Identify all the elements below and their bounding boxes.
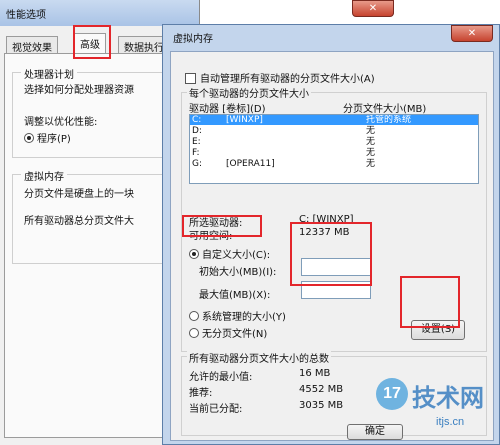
custom-size-option[interactable]: 自定义大小(C): [189, 246, 270, 261]
no-paging-option[interactable]: 无分页文件(N) [189, 325, 267, 340]
watermark-text: 技术网 [412, 384, 484, 412]
window-title: 性能选项 [6, 10, 46, 21]
system-managed-radio[interactable] [189, 311, 199, 321]
min-allowed-value: 16 MB [299, 368, 331, 379]
processor-desc: 选择如何分配处理器资源 [24, 85, 134, 96]
allocated-label: 当前已分配: [189, 404, 243, 415]
drive-list[interactable]: C: [WINXP] 托管的系统 D: 无 E: 无 F: 无 G: [OPER… [189, 114, 479, 184]
initial-size-label: 初始大小(MB)(I): [199, 267, 277, 278]
vm-desc-1: 分页文件是硬盘上的一块 [24, 189, 134, 200]
dialog-title: 虚拟内存 [173, 34, 213, 45]
col-size-header: 分页文件大小(MB) [343, 104, 427, 115]
highlight-set-button [400, 276, 460, 328]
close-icon: ✕ [467, 28, 477, 39]
highlight-size-inputs [290, 222, 372, 286]
recommended-value: 4552 MB [299, 384, 344, 395]
close-icon: ✕ [368, 3, 378, 14]
highlight-custom-size [182, 215, 262, 237]
watermark-logo: 17 技术网 itjs.cn [376, 372, 500, 442]
programs-option[interactable]: 程序(P) [24, 130, 71, 145]
col-drive-header: 驱动器 [卷标](D) [189, 104, 266, 115]
dialog-close-button[interactable]: ✕ [451, 25, 493, 42]
list-item[interactable]: D: 无 [190, 126, 478, 136]
max-size-label: 最大值(MB)(X): [199, 290, 271, 301]
list-item[interactable]: E: 无 [190, 137, 478, 147]
auto-manage-option[interactable]: 自动管理所有驱动器的分页文件大小(A) [185, 70, 375, 85]
watermark-url: itjs.cn [436, 416, 465, 428]
processor-heading: 处理器计划 [21, 66, 77, 81]
tab-visual-effects[interactable]: 视觉效果 [6, 36, 58, 54]
per-drive-heading: 每个驱动器的分页文件大小 [187, 85, 311, 100]
vm-desc-2: 所有驱动器总分页文件大 [24, 216, 134, 227]
min-allowed-label: 允许的最小值: [189, 372, 253, 383]
list-item[interactable]: G: [OPERA11] 无 [190, 159, 478, 169]
auto-manage-checkbox[interactable] [185, 73, 196, 84]
highlight-advanced-tab [73, 25, 111, 59]
totals-heading: 所有驱动器分页文件大小的总数 [187, 350, 331, 365]
list-item[interactable]: C: [WINXP] 托管的系统 [190, 115, 478, 125]
system-managed-option[interactable]: 系统管理的大小(Y) [189, 308, 286, 323]
performance-options-titlebar[interactable]: 性能选项 [0, 0, 199, 26]
back-close-button[interactable]: ✕ [352, 0, 394, 17]
list-item[interactable]: F: 无 [190, 148, 478, 158]
no-paging-radio[interactable] [189, 328, 199, 338]
adjust-label: 调整以优化性能: [24, 117, 98, 128]
custom-size-radio[interactable] [189, 249, 199, 259]
recommended-label: 推荐: [189, 388, 213, 399]
allocated-value: 3035 MB [299, 400, 344, 411]
watermark-badge-icon: 17 [376, 378, 408, 410]
programs-radio[interactable] [24, 133, 34, 143]
virtual-memory-titlebar[interactable]: 虚拟内存 [163, 25, 499, 47]
vm-heading: 虚拟内存 [21, 168, 67, 183]
